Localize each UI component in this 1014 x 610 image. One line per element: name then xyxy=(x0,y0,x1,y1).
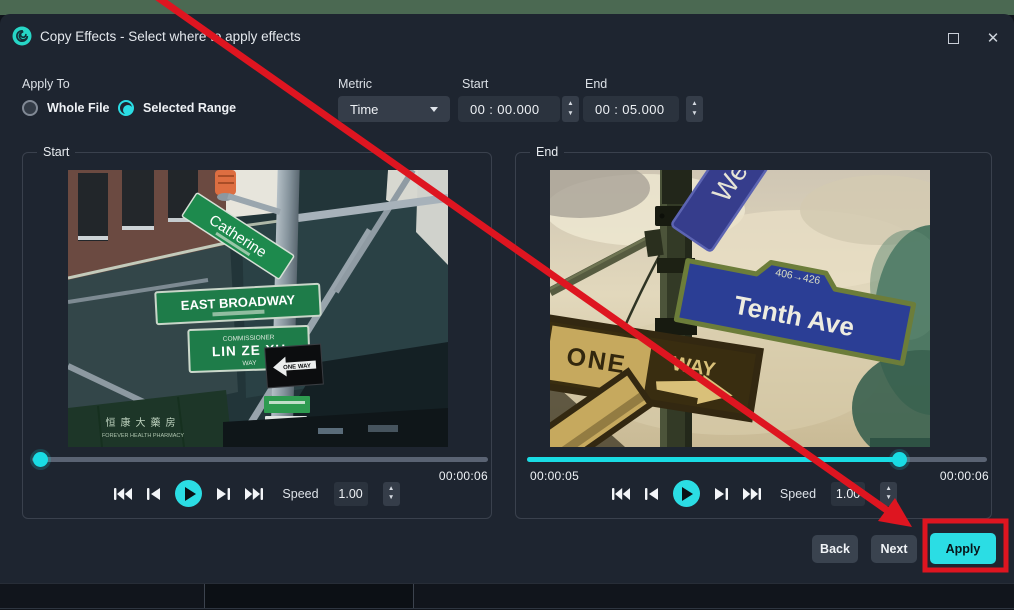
end-playback-controls: Speed 1.00 ▲▼ xyxy=(517,480,992,507)
pharmacy-awning-cjk-text: 恒康大藥房 xyxy=(106,416,181,429)
maximize-button[interactable] xyxy=(944,29,962,47)
next-button[interactable]: Next xyxy=(871,535,917,563)
slider-thumb[interactable] xyxy=(892,452,907,467)
back-button[interactable]: Back xyxy=(812,535,858,563)
slider-track[interactable] xyxy=(32,457,488,462)
end-time-label: End xyxy=(585,77,607,91)
maximize-icon xyxy=(948,33,959,44)
pharmacy-awning-en-text: FOREVER HEALTH PHARMACY xyxy=(102,433,184,439)
stepper-up-icon: ▲ xyxy=(691,101,697,108)
skip-end-button[interactable] xyxy=(743,488,761,500)
step-back-button[interactable] xyxy=(147,488,160,500)
play-button[interactable] xyxy=(673,480,700,507)
play-icon xyxy=(682,487,693,501)
screen: Copy Effects - Select where to apply eff… xyxy=(0,0,1014,610)
radio-whole-file[interactable]: Whole File xyxy=(22,100,110,116)
step-back-button[interactable] xyxy=(645,488,658,500)
end-time-stepper[interactable]: ▲▼ xyxy=(686,96,703,122)
radio-selected-range[interactable]: Selected Range xyxy=(118,100,236,116)
play-icon xyxy=(185,487,196,501)
speed-stepper[interactable]: ▲▼ xyxy=(880,482,897,506)
timeline-segment xyxy=(205,584,413,608)
stepper-up-icon: ▲ xyxy=(567,101,573,108)
stepper-up-icon: ▲ xyxy=(885,486,891,493)
start-playback-controls: Speed 1.00 ▲▼ xyxy=(22,480,492,507)
start-seek-slider[interactable] xyxy=(26,451,494,467)
commissioner-sign-sub-text: WAY xyxy=(242,360,257,368)
radio-circle-icon xyxy=(22,100,38,116)
end-seek-slider[interactable] xyxy=(521,451,993,467)
dialog-titlebar: Copy Effects - Select where to apply eff… xyxy=(0,14,1014,58)
speed-label: Speed xyxy=(780,487,816,501)
speed-stepper[interactable]: ▲▼ xyxy=(383,482,400,506)
skip-start-button[interactable] xyxy=(612,488,630,500)
end-panel-title: End xyxy=(530,145,564,159)
radio-selected-range-label: Selected Range xyxy=(143,101,236,115)
start-time-label: Start xyxy=(462,77,488,91)
stepper-down-icon: ▼ xyxy=(388,495,394,502)
chevron-down-icon xyxy=(430,107,438,112)
start-panel-title: Start xyxy=(37,145,75,159)
background-timeline-strip xyxy=(0,583,1014,610)
metric-value: Time xyxy=(350,102,378,117)
step-forward-button[interactable] xyxy=(715,488,728,500)
stepper-down-icon: ▼ xyxy=(885,495,891,502)
close-icon[interactable]: ✕ xyxy=(984,29,1002,47)
start-time-stepper[interactable]: ▲▼ xyxy=(562,96,579,122)
metric-label: Metric xyxy=(338,77,372,91)
slider-thumb[interactable] xyxy=(33,452,48,467)
play-button[interactable] xyxy=(175,480,202,507)
stepper-up-icon: ▲ xyxy=(388,486,394,493)
skip-start-button[interactable] xyxy=(114,488,132,500)
start-time-input[interactable]: 00 : 00.000 xyxy=(458,96,560,122)
apply-to-label: Apply To xyxy=(22,77,70,91)
radio-whole-file-label: Whole File xyxy=(47,101,110,115)
stepper-down-icon: ▼ xyxy=(567,111,573,118)
radio-circle-selected-icon xyxy=(118,100,134,116)
timeline-bottom-line xyxy=(0,608,1014,609)
background-app-strip xyxy=(0,0,1014,15)
stepper-down-icon: ▼ xyxy=(691,111,697,118)
skip-end-button[interactable] xyxy=(245,488,263,500)
end-video-preview: West 33 406→426 Tenth Ave ONE WAY xyxy=(550,170,930,447)
timeline-divider xyxy=(413,584,414,608)
step-forward-button[interactable] xyxy=(217,488,230,500)
apply-button[interactable]: Apply xyxy=(930,533,996,564)
start-video-preview: Catherine EAST BROADWAY COMMISSIONER LIN… xyxy=(68,170,448,447)
speed-label: Speed xyxy=(282,487,318,501)
speed-input[interactable]: 1.00 xyxy=(831,482,865,506)
end-time-input[interactable]: 00 : 05.000 xyxy=(583,96,679,122)
speed-input[interactable]: 1.00 xyxy=(334,482,368,506)
timeline-divider xyxy=(204,584,205,608)
app-logo-icon xyxy=(12,26,32,46)
copy-effects-dialog: Copy Effects - Select where to apply eff… xyxy=(0,14,1014,583)
metric-dropdown[interactable]: Time xyxy=(338,96,450,122)
dialog-title: Copy Effects - Select where to apply eff… xyxy=(40,29,301,44)
slider-fill xyxy=(527,457,899,462)
